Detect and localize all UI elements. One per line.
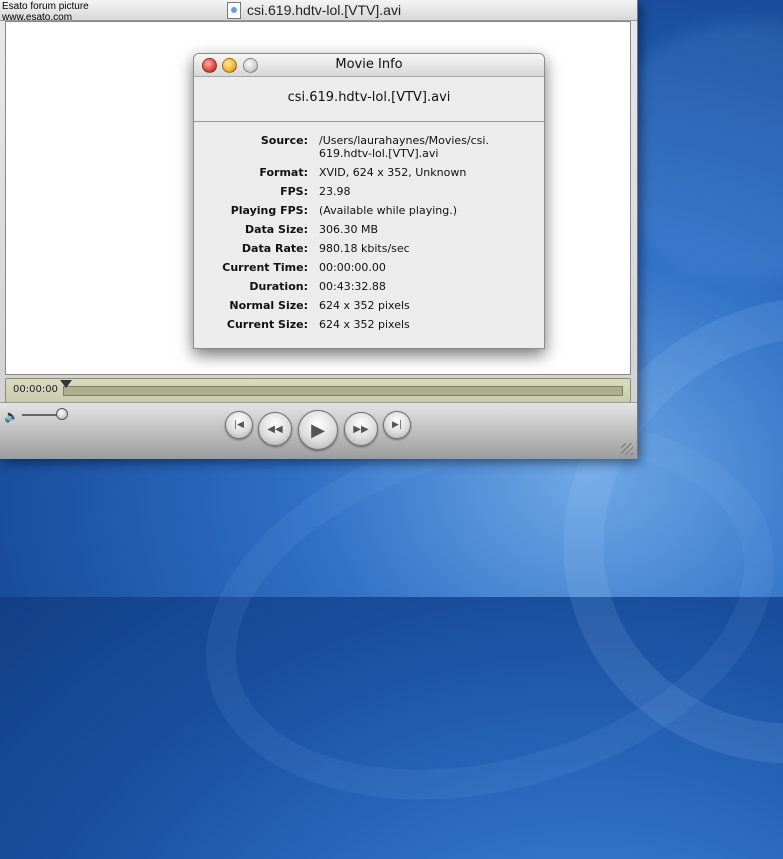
skip-end-icon: ▶| bbox=[392, 420, 402, 430]
fast-forward-button[interactable]: ▶▶ bbox=[344, 412, 378, 446]
volume-icon: 🔈 bbox=[4, 409, 19, 423]
info-value: 23.98 bbox=[319, 185, 351, 198]
info-value: 980.18 kbits/sec bbox=[319, 242, 410, 255]
info-row: Duration: 00:43:32.88 bbox=[194, 280, 544, 293]
watermark-line-2: www.esato.com bbox=[2, 12, 73, 23]
timecode: 00:00:00 bbox=[13, 384, 58, 395]
info-value: 624 x 352 pixels bbox=[319, 299, 410, 312]
info-label: Data Size: bbox=[244, 223, 308, 236]
info-label: FPS: bbox=[280, 185, 308, 198]
play-button[interactable]: ▶ bbox=[298, 410, 338, 450]
info-label: Current Size: bbox=[226, 318, 308, 331]
info-value: /Users/laurahaynes/Movies/csi. 619.hdtv-… bbox=[319, 134, 489, 160]
rewind-button[interactable]: ◀◀ bbox=[258, 412, 292, 446]
info-label: Current Time: bbox=[222, 261, 308, 274]
player-titlebar[interactable]: csi.619.hdtv-lol.[VTV].avi bbox=[0, 0, 637, 21]
info-row: Data Rate: 980.18 kbits/sec bbox=[194, 242, 544, 255]
player-title-text: csi.619.hdtv-lol.[VTV].avi bbox=[247, 2, 402, 18]
scrub-bar[interactable]: 00:00:00 bbox=[5, 378, 631, 403]
movie-info-window: Movie Info csi.619.hdtv-lol.[VTV].avi So… bbox=[193, 53, 545, 349]
skip-start-icon: |◀ bbox=[234, 420, 244, 430]
info-titlebar[interactable]: Movie Info bbox=[194, 54, 544, 77]
info-row: FPS: 23.98 bbox=[194, 185, 544, 198]
info-value: 624 x 352 pixels bbox=[319, 318, 410, 331]
playhead-handle[interactable] bbox=[60, 380, 72, 388]
rewind-icon: ◀◀ bbox=[267, 423, 283, 435]
info-label: Source: bbox=[260, 134, 308, 147]
divider bbox=[194, 121, 544, 122]
info-value: (Available while playing.) bbox=[319, 204, 458, 217]
movie-file-icon bbox=[227, 1, 241, 19]
info-value: XVID, 624 x 352, Unknown bbox=[319, 166, 467, 179]
go-to-end-button[interactable]: ▶| bbox=[383, 411, 411, 439]
progress-track[interactable] bbox=[63, 386, 623, 396]
fast-forward-icon: ▶▶ bbox=[353, 423, 369, 435]
info-row: Normal Size: 624 x 352 pixels bbox=[194, 299, 544, 312]
player-title: csi.619.hdtv-lol.[VTV].avi bbox=[227, 1, 401, 19]
volume-slider-knob[interactable] bbox=[56, 408, 68, 420]
info-rows: Source: /Users/laurahaynes/Movies/csi. 61… bbox=[194, 134, 544, 337]
info-label: Data Rate: bbox=[241, 242, 308, 255]
resize-grip[interactable] bbox=[621, 443, 633, 455]
watermark-line-1: Esato forum picture bbox=[2, 1, 89, 12]
controls-bar: 🔈 |◀ ◀◀ ▶ ▶▶ ▶| bbox=[0, 402, 637, 459]
info-value: 00:00:00.00 bbox=[319, 261, 386, 274]
info-row: Source: /Users/laurahaynes/Movies/csi. 61… bbox=[194, 134, 544, 160]
info-row: Playing FPS: (Available while playing.) bbox=[194, 204, 544, 217]
movie-file-name: csi.619.hdtv-lol.[VTV].avi bbox=[287, 90, 451, 105]
watermark: Esato forum picture www.esato.com bbox=[2, 1, 89, 23]
info-row: Current Size: 624 x 352 pixels bbox=[194, 318, 544, 331]
info-value: 00:43:32.88 bbox=[319, 280, 386, 293]
info-value: 306.30 MB bbox=[319, 223, 379, 236]
info-window-title: Movie Info bbox=[335, 57, 403, 72]
info-label: Playing FPS: bbox=[230, 204, 308, 217]
play-icon: ▶ bbox=[311, 419, 325, 441]
info-label: Format: bbox=[259, 166, 308, 179]
info-row: Data Size: 306.30 MB bbox=[194, 223, 544, 236]
info-row: Format: XVID, 624 x 352, Unknown bbox=[194, 166, 544, 179]
info-label: Normal Size: bbox=[229, 299, 308, 312]
info-label: Duration: bbox=[249, 280, 308, 293]
go-to-start-button[interactable]: |◀ bbox=[225, 411, 253, 439]
info-row: Current Time: 00:00:00.00 bbox=[194, 261, 544, 274]
